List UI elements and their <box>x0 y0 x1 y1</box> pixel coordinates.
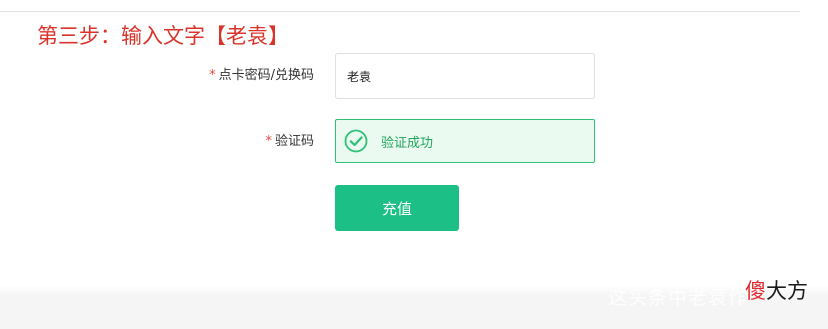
required-mark: * <box>209 68 216 83</box>
logo-rest-chars: 大方 <box>766 279 808 303</box>
card-password-label: * 点卡密码/兑换码 <box>209 67 314 85</box>
step-title: 第三步：输入文字【老袁】 <box>37 24 289 48</box>
verify-code-label-text: 验证码 <box>274 134 314 149</box>
card-password-input[interactable] <box>335 53 595 99</box>
required-mark: * <box>265 134 272 149</box>
site-logo: 傻大方 <box>745 277 808 305</box>
logo-first-char: 傻 <box>745 279 766 303</box>
verify-code-label: * 验证码 <box>265 133 314 151</box>
check-circle-icon <box>344 129 368 153</box>
captcha-verify-box[interactable]: 验证成功 <box>335 119 595 163</box>
card-password-label-text: 点卡密码/兑换码 <box>218 68 314 83</box>
verify-status-text: 验证成功 <box>381 135 434 151</box>
top-divider <box>0 11 800 12</box>
watermark-text: 这头条中老袁作 <box>607 287 748 309</box>
recharge-button[interactable]: 充值 <box>335 185 459 231</box>
